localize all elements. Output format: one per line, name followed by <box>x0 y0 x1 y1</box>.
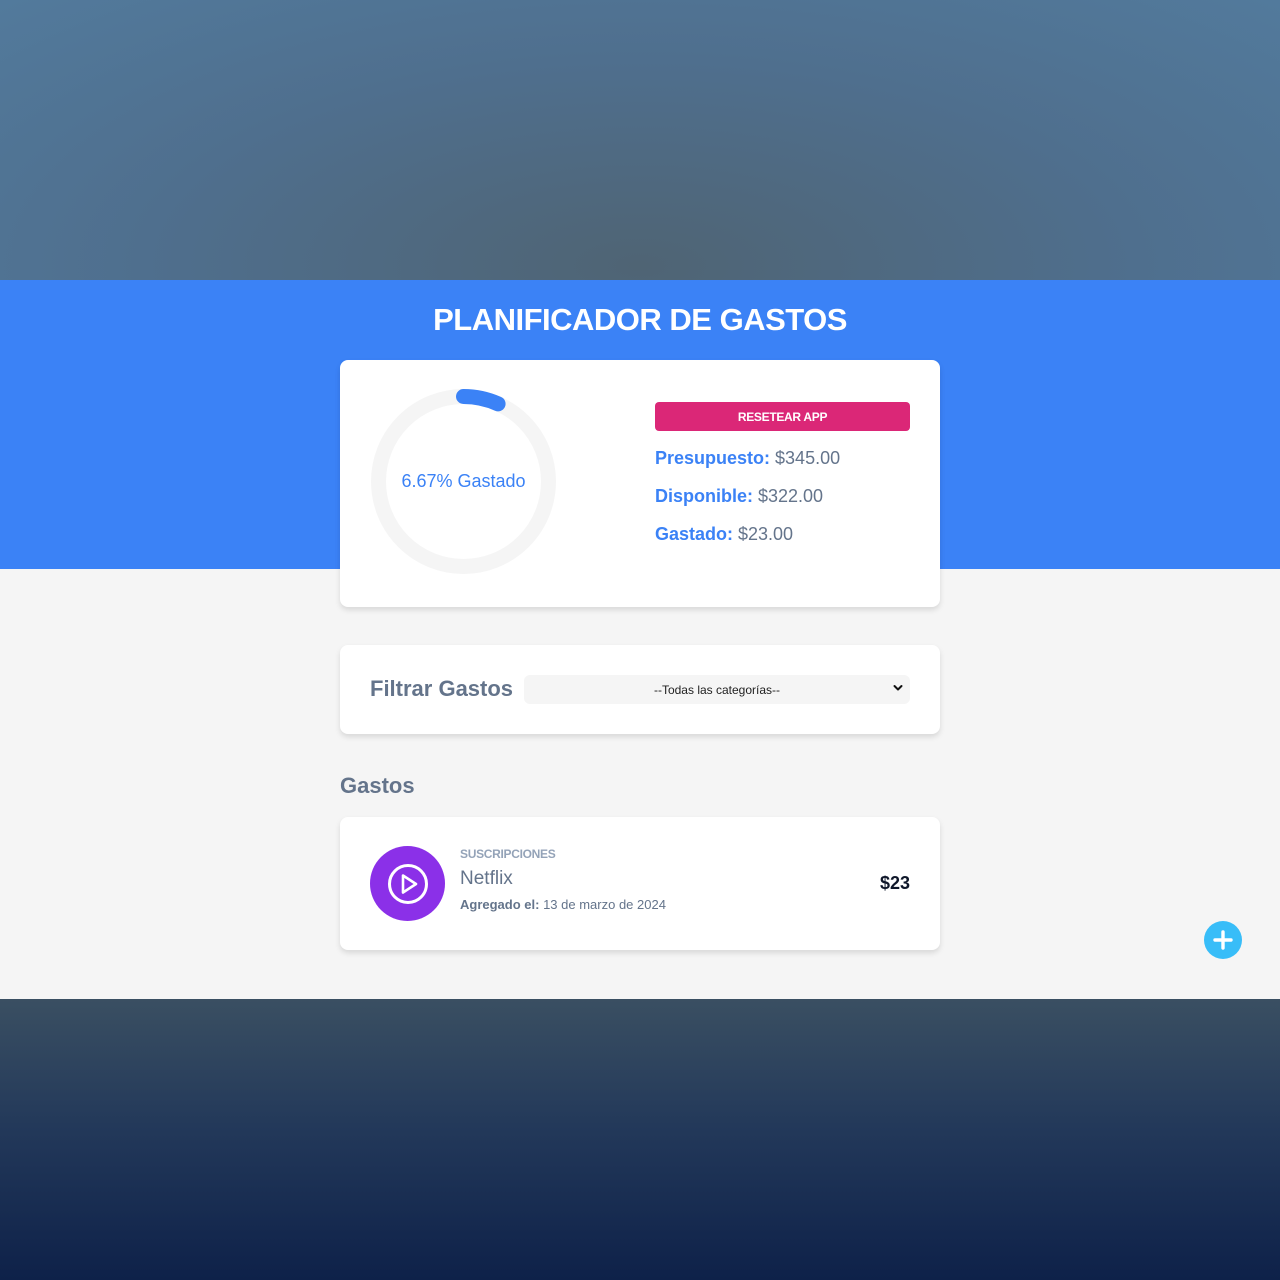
background-top <box>0 0 1280 280</box>
budget-spent-value: $23.00 <box>733 524 794 544</box>
plus-icon <box>1213 930 1233 950</box>
play-icon <box>387 863 428 904</box>
expense-amount: $23 <box>879 873 910 893</box>
filter-selected-option: --Todas las categorías-- <box>653 682 781 697</box>
filter-label: Filtrar Gastos <box>370 676 514 701</box>
add-expense-button[interactable] <box>1204 921 1242 959</box>
expense-date-value: 13 de marzo de 2024 <box>539 897 666 912</box>
expense-category: SUSCRIPCIONES <box>460 847 556 861</box>
reset-app-button[interactable]: RESETEAR APP <box>655 402 910 431</box>
app-container: PLANIFICADOR DE GASTOS 6.67% Gastado RES… <box>0 280 1280 999</box>
app-title: PLANIFICADOR DE GASTOS <box>433 302 847 337</box>
category-filter-select[interactable]: --Todas las categorías-- <box>524 675 910 704</box>
budget-card: 6.67% Gastado RESETEAR APP Presupuesto: … <box>340 360 940 607</box>
expense-date-label: Agregado el: <box>460 897 540 912</box>
chevron-down-icon <box>893 685 903 691</box>
background-bottom <box>0 999 1280 1280</box>
budget-total: Presupuesto: $345.00 <box>655 448 840 469</box>
budget-spent-label: Gastado: <box>655 524 734 544</box>
expenses-section-title: Gastos <box>340 773 415 798</box>
circular-progress: 6.67% Gastado <box>370 388 557 575</box>
filter-card: Filtrar Gastos --Todas las categorías-- <box>340 645 940 734</box>
expense-name: Netflix <box>460 868 513 889</box>
subscription-icon <box>370 846 445 921</box>
progress-label: 6.67% Gastado <box>401 471 526 491</box>
budget-available: Disponible: $322.00 <box>655 486 823 507</box>
budget-available-label: Disponible: <box>655 486 753 506</box>
expense-item[interactable]: SUSCRIPCIONES Netflix Agregado el: 13 de… <box>340 817 940 950</box>
expense-date: Agregado el: 13 de marzo de 2024 <box>460 897 666 912</box>
budget-total-value: $345.00 <box>770 448 841 468</box>
budget-available-value: $322.00 <box>753 486 824 506</box>
budget-total-label: Presupuesto: <box>655 448 771 468</box>
budget-spent: Gastado: $23.00 <box>655 524 793 545</box>
